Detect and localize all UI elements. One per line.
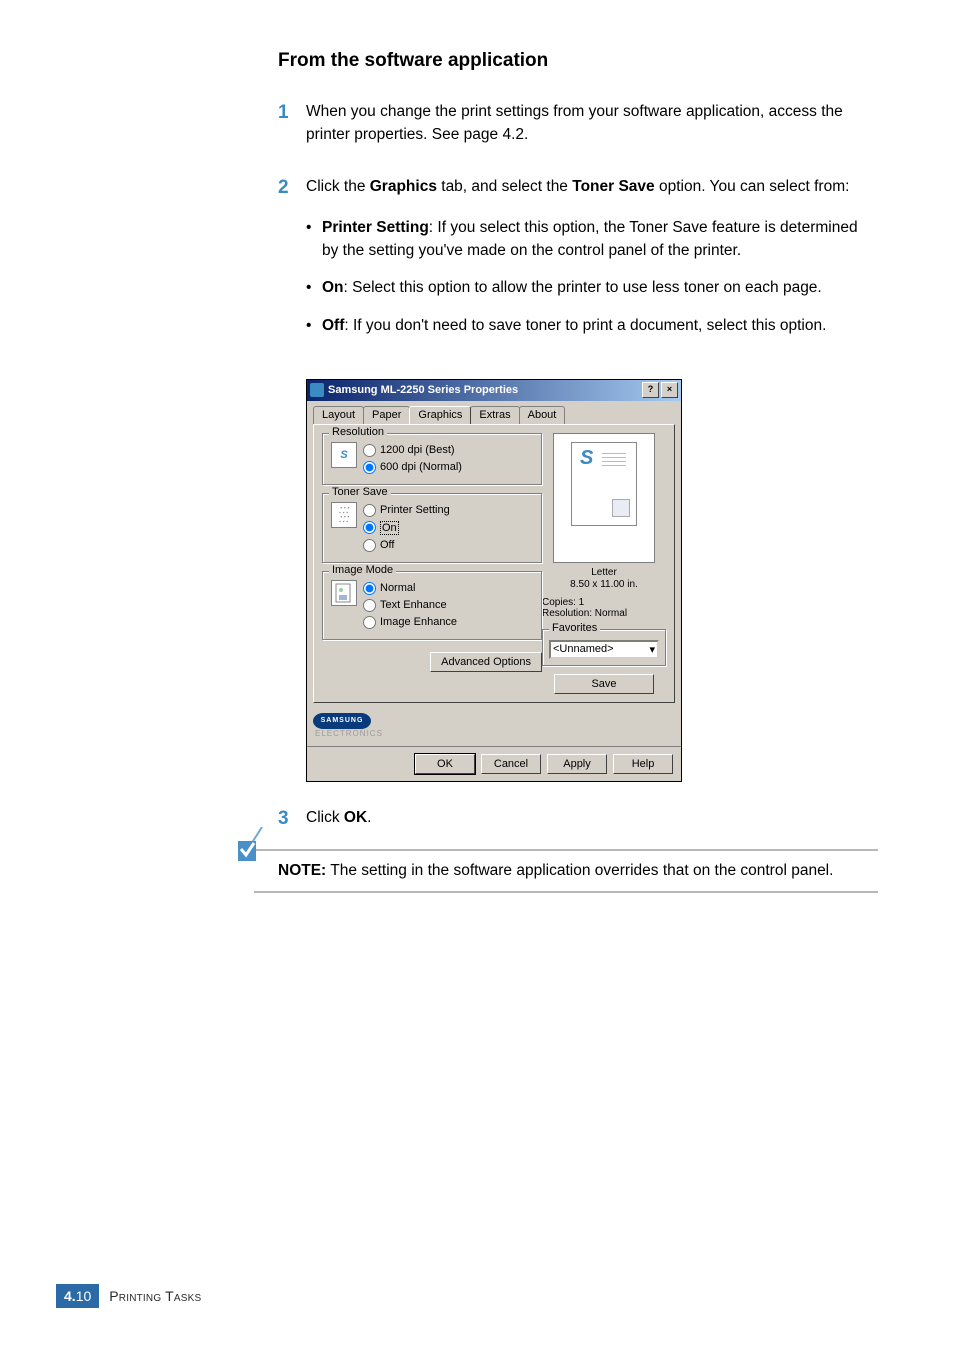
step-1-number: 1 [278,100,306,147]
chevron-down-icon: ▾ [649,643,655,656]
apply-button[interactable]: Apply [547,754,607,774]
preview-box: S [553,433,655,563]
note-icon [232,827,272,867]
tab-about[interactable]: About [519,406,566,424]
tonersave-group: Toner Save ⁚⁚⁚⁚⁚⁚ Printer Setting On Off [322,493,542,563]
resolution-status: Resolution: Normal [542,608,666,619]
preview-s-icon: S [580,447,593,470]
page-label: Letter [542,567,666,579]
radio-600dpi[interactable]: 600 dpi (Normal) [363,461,462,474]
bullet-2-label: On [322,279,344,296]
properties-dialog: Samsung ML-2250 Series Properties ? × La… [306,379,682,782]
radio-text-enhance[interactable]: Text Enhance [363,599,457,612]
step-2-number: 2 [278,175,306,351]
favorites-title: Favorites [549,622,600,634]
tonersave-title: Toner Save [329,486,391,498]
dialog-title: Samsung ML-2250 Series Properties [328,384,642,396]
resolution-group: Resolution S 1200 dpi (Best) 600 dpi (No… [322,433,542,485]
bullet-2-text: : Select this option to allow the printe… [344,279,822,296]
titlebar: Samsung ML-2250 Series Properties ? × [307,380,681,401]
page-footer: 4.10 Printing Tasks [56,1284,201,1308]
preview-paper: S [571,442,637,526]
dots-icon: ⁚⁚⁚⁚⁚⁚ [331,502,357,528]
tab-extras[interactable]: Extras [470,406,519,424]
s-icon: S [331,442,357,468]
tab-paper[interactable]: Paper [363,406,410,424]
radio-normal[interactable]: Normal [363,582,457,595]
note-label: NOTE: [278,862,326,879]
step-2-intro-b: tab, and select the [437,178,572,195]
step-3-number: 3 [278,806,306,832]
tabstrip: Layout Paper Graphics Extras About [307,401,681,424]
preview-lines [602,453,626,469]
help-button-icon[interactable]: ? [642,382,659,398]
step-3-intro: Click [306,809,344,826]
tab-layout[interactable]: Layout [313,406,364,424]
favorites-group: Favorites <Unnamed> ▾ [542,629,666,666]
step-2-intro-a: Click the [306,178,370,195]
ok-word: OK [344,809,367,826]
step-1-text: When you change the print settings from … [306,100,878,147]
advanced-options-button[interactable]: Advanced Options [430,652,542,672]
radio-printer-setting[interactable]: Printer Setting [363,504,450,517]
electronics-label: ELECTRONICS [315,729,383,738]
step-3-period: . [367,809,371,826]
close-icon[interactable]: × [661,382,678,398]
dialog-buttons: OK Cancel Apply Help [307,746,681,781]
copies-status: Copies: 1 [542,597,666,608]
logo-row: SAMSUNG ELECTRONICS [307,709,681,746]
step-2: 2 Click the Graphics tab, and select the… [278,175,878,351]
favorites-select[interactable]: <Unnamed> ▾ [549,640,659,659]
graphics-word: Graphics [370,178,437,195]
note-block: NOTE: The setting in the software applic… [254,849,878,892]
tab-graphics[interactable]: Graphics [409,406,471,424]
section-heading: From the software application [278,50,878,72]
preview-block [612,499,630,517]
bullet-1-label: Printer Setting [322,219,429,236]
resolution-title: Resolution [329,426,387,438]
imagemode-title: Image Mode [329,564,396,576]
page-number-box: 4.10 [56,1284,99,1308]
app-icon [310,383,324,397]
step-1: 1 When you change the print settings fro… [278,100,878,147]
radio-image-enhance[interactable]: Image Enhance [363,616,457,629]
step-3: 3 Click OK. [278,806,878,832]
bullet-on: • On: Select this option to allow the pr… [306,276,878,299]
cancel-button[interactable]: Cancel [481,754,541,774]
bullet-printer-setting: • Printer Setting: If you select this op… [306,216,878,263]
radio-on[interactable]: On [363,521,450,535]
samsung-logo: SAMSUNG [313,713,371,729]
radio-1200dpi[interactable]: 1200 dpi (Best) [363,444,462,457]
help-button[interactable]: Help [613,754,673,774]
ok-button[interactable]: OK [415,754,475,774]
imagemode-group: Image Mode Normal Text Enhance Image Enh… [322,571,542,640]
bullet-off: • Off: If you don't need to save toner t… [306,314,878,337]
bullet-3-label: Off [322,317,344,334]
footer-section: Printing Tasks [109,1288,201,1304]
step-2-intro-c: option. You can select from: [655,178,850,195]
bullet-3-text: : If you don't need to save toner to pri… [344,317,826,334]
save-button[interactable]: Save [554,674,654,694]
tonersave-word: Toner Save [572,178,654,195]
note-text: The setting in the software application … [326,862,833,879]
radio-off[interactable]: Off [363,539,450,552]
page-dim: 8.50 x 11.00 in. [542,579,666,591]
page-icon [331,580,357,606]
